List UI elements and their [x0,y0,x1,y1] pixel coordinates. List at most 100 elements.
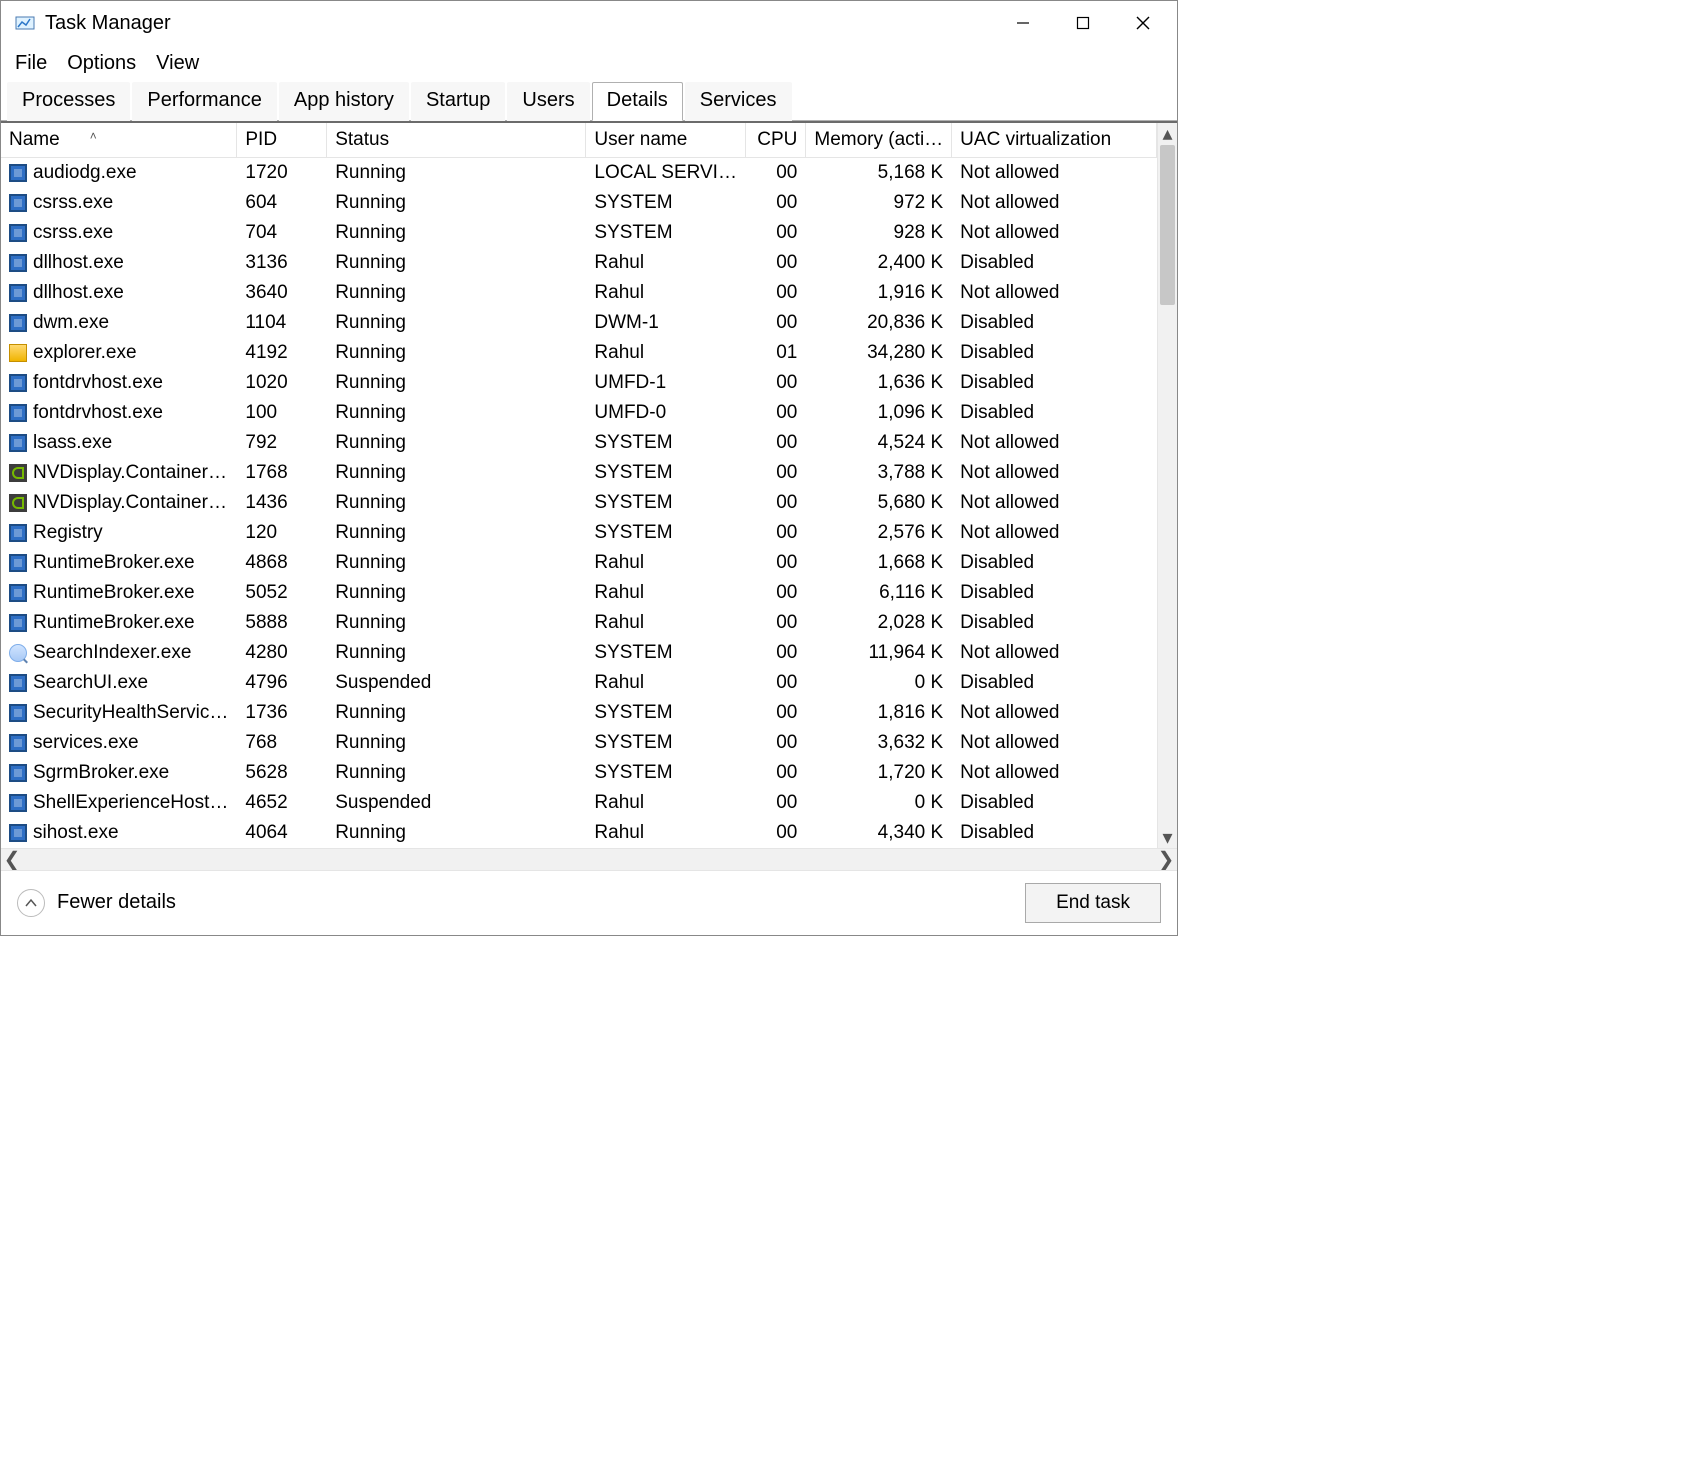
horizontal-scrollbar[interactable]: ❮ ❯ [1,848,1177,870]
table-row[interactable]: SgrmBroker.exe5628RunningSYSTEM001,720 K… [1,758,1157,788]
col-header-uac[interactable]: UAC virtualization [952,123,1157,158]
table-row[interactable]: csrss.exe704RunningSYSTEM00928 KNot allo… [1,218,1157,248]
process-user: Rahul [586,248,746,278]
process-status: Running [327,698,586,728]
process-pid: 3640 [237,278,327,308]
process-uac: Not allowed [952,188,1157,218]
table-row[interactable]: SearchIndexer.exe4280RunningSYSTEM0011,9… [1,638,1157,668]
table-row[interactable]: RuntimeBroker.exe4868RunningRahul001,668… [1,548,1157,578]
table-row[interactable]: explorer.exe4192RunningRahul0134,280 KDi… [1,338,1157,368]
process-memory: 1,668 K [806,548,952,578]
process-status: Running [327,308,586,338]
process-status: Running [327,818,586,848]
tab-processes[interactable]: Processes [7,82,130,121]
footer: Fewer details End task [1,870,1177,935]
fewer-details-label[interactable]: Fewer details [57,891,176,914]
process-user: Rahul [586,818,746,848]
table-row[interactable]: RuntimeBroker.exe5052RunningRahul006,116… [1,578,1157,608]
process-icon [9,494,27,512]
tab-services[interactable]: Services [685,82,792,121]
process-user: SYSTEM [586,488,746,518]
process-icon [9,524,27,542]
process-icon [9,404,27,422]
process-pid: 1436 [237,488,327,518]
table-row[interactable]: fontdrvhost.exe100RunningUMFD-0001,096 K… [1,398,1157,428]
table-row[interactable]: NVDisplay.Container…1436RunningSYSTEM005… [1,488,1157,518]
tab-startup[interactable]: Startup [411,82,505,121]
process-memory: 4,524 K [806,428,952,458]
table-row[interactable]: dwm.exe1104RunningDWM-10020,836 KDisable… [1,308,1157,338]
table-row[interactable]: SecurityHealthServic…1736RunningSYSTEM00… [1,698,1157,728]
process-user: SYSTEM [586,758,746,788]
col-header-user[interactable]: User name [586,123,746,158]
fewer-details-toggle[interactable] [17,889,45,917]
process-uac: Not allowed [952,698,1157,728]
process-user: SYSTEM [586,458,746,488]
menu-options[interactable]: Options [57,50,146,77]
process-memory: 1,916 K [806,278,952,308]
col-header-memory[interactable]: Memory (acti… [806,123,952,158]
process-memory: 5,680 K [806,488,952,518]
tab-details[interactable]: Details [592,82,683,121]
process-name: SearchIndexer.exe [33,642,191,664]
process-cpu: 00 [746,728,806,758]
menu-file[interactable]: File [5,50,57,77]
process-icon [9,284,27,302]
table-row[interactable]: csrss.exe604RunningSYSTEM00972 KNot allo… [1,188,1157,218]
table-row[interactable]: NVDisplay.Container…1768RunningSYSTEM003… [1,458,1157,488]
sort-ascending-icon: ˄ [90,129,97,143]
table-row[interactable]: audiodg.exe1720RunningLOCAL SERVI…005,16… [1,158,1157,188]
process-uac: Not allowed [952,428,1157,458]
process-memory: 20,836 K [806,308,952,338]
end-task-button[interactable]: End task [1025,883,1161,923]
process-user: DWM-1 [586,308,746,338]
process-uac: Not allowed [952,458,1157,488]
vertical-scrollbar[interactable]: ▴ ▾ [1157,123,1177,848]
table-row[interactable]: dllhost.exe3136RunningRahul002,400 KDisa… [1,248,1157,278]
process-user: Rahul [586,338,746,368]
process-status: Running [327,428,586,458]
tab-app-history[interactable]: App history [279,82,409,121]
process-cpu: 00 [746,248,806,278]
process-name: NVDisplay.Container… [33,462,227,484]
process-uac: Disabled [952,308,1157,338]
process-pid: 5052 [237,578,327,608]
process-user: Rahul [586,608,746,638]
table-row[interactable]: lsass.exe792RunningSYSTEM004,524 KNot al… [1,428,1157,458]
table-row[interactable]: RuntimeBroker.exe5888RunningRahul002,028… [1,608,1157,638]
scroll-down-arrow-icon[interactable]: ▾ [1158,828,1177,848]
table-row[interactable]: sihost.exe4064RunningRahul004,340 KDisab… [1,818,1157,848]
col-header-pid[interactable]: PID [237,123,327,158]
table-row[interactable]: Registry120RunningSYSTEM002,576 KNot all… [1,518,1157,548]
table-row[interactable]: fontdrvhost.exe1020RunningUMFD-1001,636 … [1,368,1157,398]
process-icon [9,314,27,332]
minimize-button[interactable] [993,1,1053,45]
process-cpu: 00 [746,428,806,458]
table-row[interactable]: ShellExperienceHost…4652SuspendedRahul00… [1,788,1157,818]
app-icon [13,11,37,35]
scroll-up-arrow-icon[interactable]: ▴ [1158,123,1177,143]
process-name: csrss.exe [33,192,113,214]
process-name: fontdrvhost.exe [33,372,163,394]
maximize-button[interactable] [1053,1,1113,45]
process-icon [9,644,27,662]
tab-performance[interactable]: Performance [132,82,277,121]
tab-users[interactable]: Users [507,82,589,121]
close-button[interactable] [1113,1,1173,45]
process-memory: 2,028 K [806,608,952,638]
col-header-status[interactable]: Status [327,123,586,158]
process-status: Running [327,218,586,248]
menu-view[interactable]: View [146,50,209,77]
col-header-name[interactable]: Name˄ [1,123,237,158]
process-cpu: 01 [746,338,806,368]
scroll-thumb[interactable] [1160,145,1175,305]
scroll-right-arrow-icon[interactable]: ❯ [1155,847,1177,872]
scroll-left-arrow-icon[interactable]: ❮ [1,847,23,872]
process-status: Running [327,578,586,608]
table-row[interactable]: dllhost.exe3640RunningRahul001,916 KNot … [1,278,1157,308]
table-row[interactable]: SearchUI.exe4796SuspendedRahul000 KDisab… [1,668,1157,698]
process-user: Rahul [586,668,746,698]
col-header-cpu[interactable]: CPU [746,123,806,158]
process-memory: 0 K [806,668,952,698]
table-row[interactable]: services.exe768RunningSYSTEM003,632 KNot… [1,728,1157,758]
